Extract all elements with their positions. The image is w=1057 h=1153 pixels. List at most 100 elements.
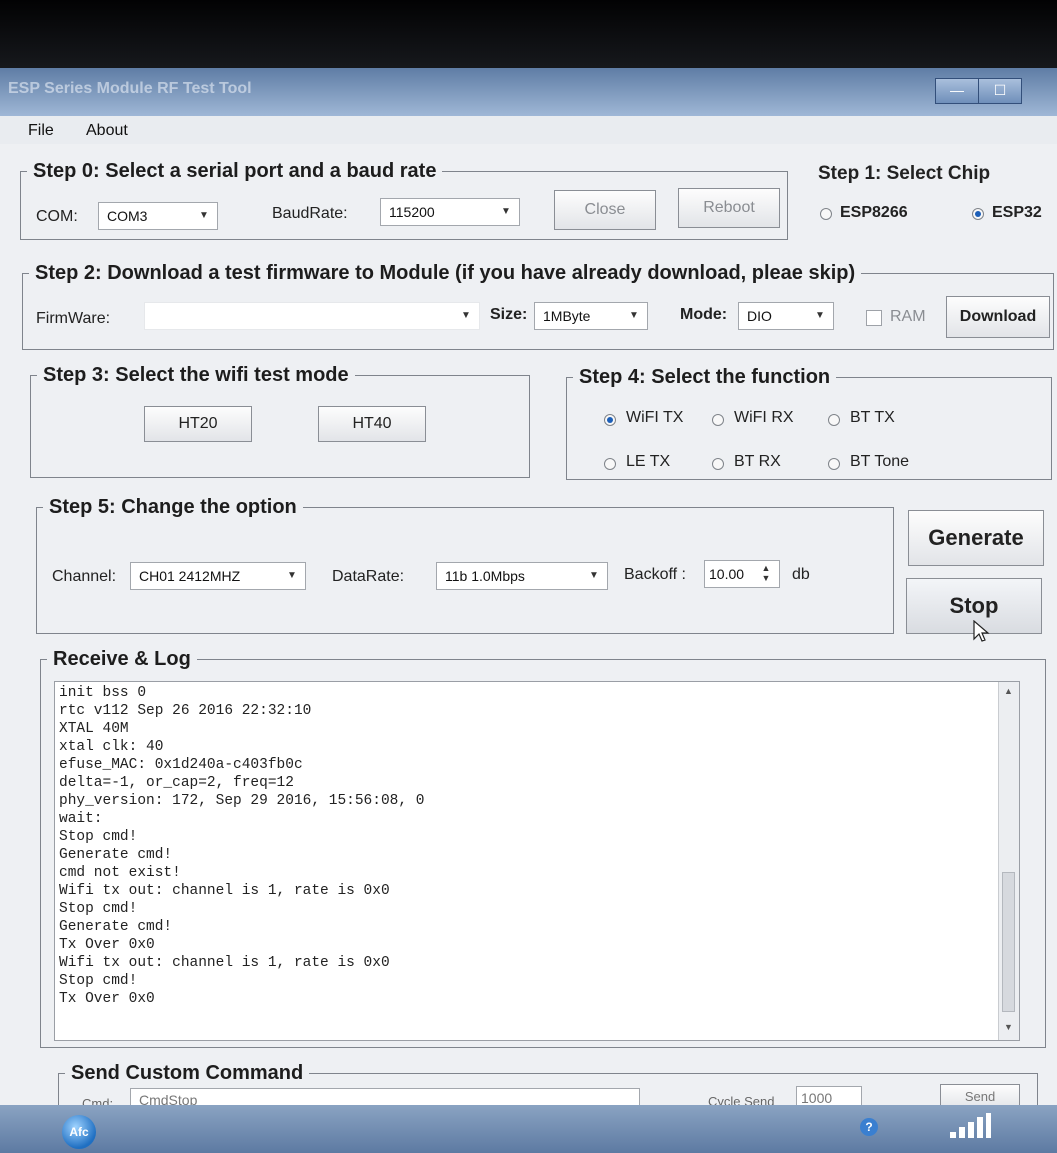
maximize-button[interactable]: ☐ xyxy=(978,78,1022,104)
mode-value: DIO xyxy=(747,308,772,324)
scroll-up-icon[interactable]: ▲ xyxy=(1004,686,1013,696)
function-wifi-rx-radio[interactable] xyxy=(712,414,724,426)
chevron-down-icon: ▼ xyxy=(501,206,511,217)
chevron-down-icon: ▼ xyxy=(629,310,639,321)
function-le-tx-radio[interactable] xyxy=(604,458,616,470)
signal-strength-icon[interactable] xyxy=(948,1112,992,1140)
function-le-tx-label: LE TX xyxy=(626,453,671,470)
log-line: wait: xyxy=(59,811,103,827)
size-select[interactable]: 1MByte ▼ xyxy=(534,302,648,330)
channel-select[interactable]: CH01 2412MHZ ▼ xyxy=(130,562,306,590)
mouse-cursor-icon xyxy=(973,620,990,642)
function-wifi-tx-label: WiFI TX xyxy=(626,409,684,426)
taskbar xyxy=(0,1105,1057,1153)
start-button[interactable]: Afc xyxy=(62,1115,96,1149)
step1-title: Step 1: Select Chip xyxy=(818,163,991,184)
size-label: Size: xyxy=(490,306,528,323)
minimize-button[interactable]: — xyxy=(935,78,979,104)
log-line: xtal clk: 40 xyxy=(59,739,164,755)
chip-esp32-label: ESP32 xyxy=(992,204,1042,221)
window-title: ESP Series Module RF Test Tool xyxy=(8,80,252,97)
log-line: XTAL 40M xyxy=(59,721,129,737)
com-select[interactable]: COM3 ▼ xyxy=(98,202,218,230)
log-scrollbar[interactable]: ▲ ▼ xyxy=(998,682,1019,1040)
log-line: cmd not exist! xyxy=(59,865,181,881)
chevron-down-icon: ▼ xyxy=(287,570,297,581)
channel-value: CH01 2412MHZ xyxy=(139,568,241,584)
ht40-button[interactable]: HT40 xyxy=(318,406,426,442)
log-line: init bss 0 xyxy=(59,685,147,701)
chevron-down-icon: ▼ xyxy=(589,570,599,581)
function-bt-tone-label: BT Tone xyxy=(850,453,910,470)
log-line: phy_version: 172, Sep 29 2016, 15:56:08,… xyxy=(59,793,425,809)
function-wifi-tx-radio[interactable] xyxy=(604,414,616,426)
chip-esp8266-label: ESP8266 xyxy=(840,204,908,221)
size-value: 1MByte xyxy=(543,308,591,324)
spinner-arrows-icon: ▲ ▼ xyxy=(761,563,771,583)
baudrate-value: 115200 xyxy=(389,204,435,220)
log-line: Tx Over 0x0 xyxy=(59,991,155,1007)
mode-label: Mode: xyxy=(680,306,728,323)
download-button[interactable]: Download xyxy=(946,296,1050,338)
ht20-button[interactable]: HT20 xyxy=(144,406,252,442)
scroll-down-icon[interactable]: ▼ xyxy=(1004,1022,1013,1032)
log-textarea[interactable]: init bss 0 rtc v112 Sep 26 2016 22:32:10 X… xyxy=(54,681,1020,1041)
step4-title: Step 4: Select the function xyxy=(579,366,831,388)
com-value: COM3 xyxy=(107,208,148,224)
function-bt-tx-radio[interactable] xyxy=(828,414,840,426)
log-line: Stop cmd! xyxy=(59,901,138,917)
log-line: Stop cmd! xyxy=(59,829,138,845)
datarate-select[interactable]: 11b 1.0Mbps ▼ xyxy=(436,562,608,590)
app-window: ESP Series Module RF Test Tool — ☐ File … xyxy=(0,68,1057,1153)
step5-title: Step 5: Change the option xyxy=(49,496,297,518)
chip-esp32-radio[interactable] xyxy=(972,208,984,220)
menu-bar: File About xyxy=(0,116,1057,144)
backoff-label: Backoff : xyxy=(624,566,686,583)
log-line: Tx Over 0x0 xyxy=(59,937,155,953)
firmware-select[interactable]: ▼ xyxy=(144,302,480,330)
log-line: rtc v112 Sep 26 2016 22:32:10 xyxy=(59,703,312,719)
baudrate-select[interactable]: 115200 ▼ xyxy=(380,198,520,226)
function-bt-rx-radio[interactable] xyxy=(712,458,724,470)
step2-title: Step 2: Download a test firmware to Modu… xyxy=(35,262,856,284)
channel-label: Channel: xyxy=(52,568,117,585)
function-bt-rx-label: BT RX xyxy=(734,453,781,470)
scroll-thumb[interactable] xyxy=(1002,872,1015,1012)
log-line: efuse_MAC: 0x1d240a-c403fb0c xyxy=(59,757,303,773)
chevron-down-icon: ▼ xyxy=(199,210,209,221)
close-button[interactable]: Close xyxy=(554,190,656,230)
log-line: delta=-1, or_cap=2, freq=12 xyxy=(59,775,294,791)
generate-button[interactable]: Generate xyxy=(908,510,1044,566)
mode-select[interactable]: DIO ▼ xyxy=(738,302,834,330)
chevron-down-icon: ▼ xyxy=(815,310,825,321)
datarate-value: 11b 1.0Mbps xyxy=(445,568,525,584)
reboot-button[interactable]: Reboot xyxy=(678,188,780,228)
log-line: Generate cmd! xyxy=(59,847,173,863)
function-bt-tone-radio[interactable] xyxy=(828,458,840,470)
backoff-unit: db xyxy=(792,566,810,583)
cycle-value: 1000 xyxy=(801,1090,833,1106)
menu-file[interactable]: File xyxy=(28,122,54,140)
step3-group: Step 3: Select the wifi test mode xyxy=(30,364,530,478)
menu-about[interactable]: About xyxy=(86,122,128,140)
com-label: COM: xyxy=(36,208,78,225)
function-wifi-rx-label: WiFI RX xyxy=(734,409,794,426)
chevron-down-icon: ▼ xyxy=(461,310,471,321)
log-line: Wifi tx out: channel is 1, rate is 0x0 xyxy=(59,883,390,899)
baudrate-label: BaudRate: xyxy=(272,205,348,222)
help-tray-icon[interactable]: ? xyxy=(860,1118,878,1136)
ram-label: RAM xyxy=(890,308,926,325)
log-line: Stop cmd! xyxy=(59,973,138,989)
backoff-value: 10.00 xyxy=(709,566,745,582)
backoff-spinner[interactable]: 10.00 ▲ ▼ xyxy=(704,560,780,588)
step0-title: Step 0: Select a serial port and a baud … xyxy=(33,160,437,182)
chip-esp8266-radio[interactable] xyxy=(820,208,832,220)
log-line: Generate cmd! xyxy=(59,919,173,935)
ram-checkbox[interactable] xyxy=(866,310,882,326)
monitor-bezel xyxy=(0,0,1057,70)
log-lines: init bss 0 rtc v112 Sep 26 2016 22:32:10 X… xyxy=(59,684,424,1008)
custom-command-title: Send Custom Command xyxy=(71,1062,304,1084)
firmware-label: FirmWare: xyxy=(36,310,111,327)
title-bar: ESP Series Module RF Test Tool — ☐ xyxy=(0,68,1057,116)
datarate-label: DataRate: xyxy=(332,568,405,585)
